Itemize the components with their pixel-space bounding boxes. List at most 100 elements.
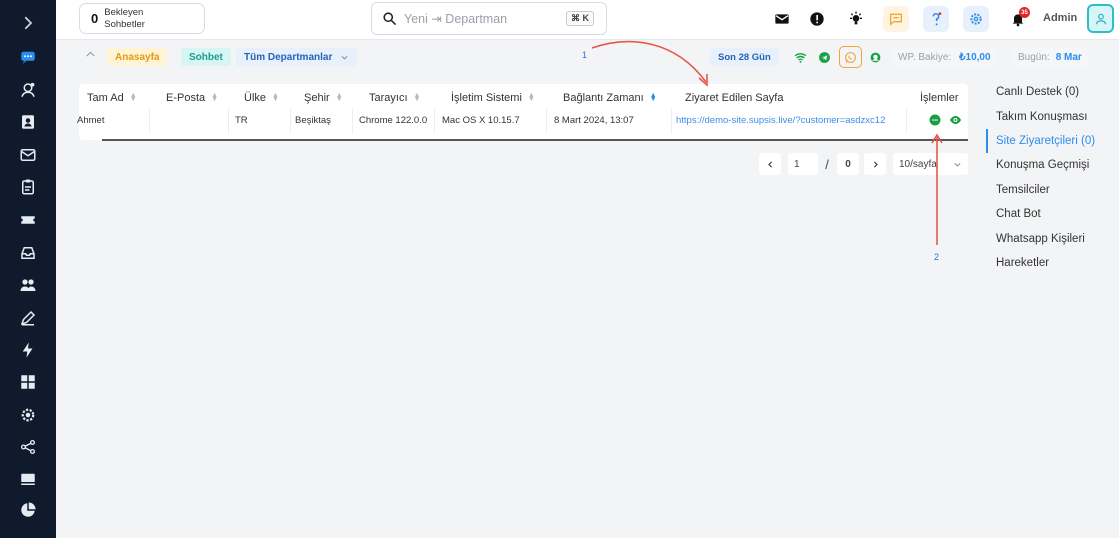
cell-name: Ahmet [77,115,105,126]
sidebar-item-inbox[interactable] [0,240,56,266]
share-icon [20,439,36,455]
mail-button[interactable] [769,6,795,32]
collapse-button[interactable] [80,45,100,63]
chat-feedback-icon [890,13,902,26]
waiting-label: Bekleyen Sohbetler [104,6,145,30]
sort-icon-active[interactable]: ▲ ▼ [650,92,657,103]
chat-icon [929,114,941,126]
alert-button[interactable] [804,6,830,32]
column-header-browser[interactable]: Tarayıcı ▲ ▼ [369,92,420,104]
sort-icon[interactable]: ▲ ▼ [272,92,279,103]
top-bar: 0 Bekleyen Sohbetler Yeni ⇥ Departman ⌘ … [56,0,1119,40]
sidebar-item-mail[interactable] [0,142,56,168]
column-header-email[interactable]: E-Posta ▲ ▼ [166,92,218,104]
department-select[interactable]: Tüm Departmanlar [236,48,358,66]
rightnav-item-chat-history[interactable]: Konuşma Geçmişi [986,153,1119,177]
breadcrumb-chat[interactable]: Sohbet [181,48,231,66]
sidebar-item-visitors[interactable] [0,77,56,103]
sidebar-item-tickets[interactable] [0,207,56,233]
settings-icon [21,408,35,422]
connection-status[interactable] [790,48,810,66]
sidebar-item-teams[interactable] [0,272,56,298]
telegram-channel[interactable] [814,48,834,66]
search-box[interactable]: Yeni ⇥ Departman ⌘ K [371,2,607,35]
user-name[interactable]: Admin [1043,12,1077,24]
waiting-chats-box[interactable]: 0 Bekleyen Sohbetler [79,3,205,34]
column-header-os[interactable]: İşletim Sistemi ▲ ▼ [451,92,535,104]
sidebar-item-apps[interactable] [0,369,56,395]
theme-button[interactable] [843,6,869,32]
sort-icon[interactable]: ▲ ▼ [528,92,535,103]
department-select-value: Tüm Departmanlar [244,51,333,63]
table-scrollbar[interactable] [102,139,968,141]
avatar[interactable] [1087,4,1114,33]
help-button[interactable] [923,6,949,32]
cell-visited-page-link[interactable]: https://demo-site.supsis.live/?customer=… [676,115,904,126]
right-nav: Canlı Destek (0) Takım Konuşması Site Zi… [986,80,1119,275]
support-agent-status[interactable] [865,48,885,66]
start-chat-button[interactable] [929,113,941,126]
view-visitor-button[interactable] [949,113,962,125]
prev-page-button[interactable] [759,153,781,175]
date-range-chip[interactable]: Son 28 Gün [710,48,779,66]
chevron-down-icon [954,162,961,167]
wifi-icon [794,52,806,63]
sidebar-item-tasks[interactable] [0,174,56,200]
user-avatar-icon [1095,13,1106,24]
today-date: Bugün: 8 Mar [1012,48,1088,66]
column-header-name[interactable]: Tam Ad ▲ ▼ [87,92,137,104]
annotation-label-1: 1 [582,50,588,60]
chat-bubbles-icon [21,51,35,64]
visitors-table: Tam Ad ▲ ▼ E-Posta ▲ ▼ Ülke ▲ ▼ Şehir ▲ ▼ Tarayı… [77,84,968,141]
page-size-select[interactable]: 10/sayfa [893,153,968,175]
column-header-city[interactable]: Şehir ▲ ▼ [304,92,343,104]
ticket-icon [21,216,35,224]
page-size-value: 10/sayfa [899,158,937,170]
sidebar-item-forms[interactable] [0,305,56,331]
sidebar-item-contacts[interactable] [0,109,56,135]
chevron-down-icon [341,55,348,60]
rightnav-item-live-support[interactable]: Canlı Destek (0) [986,80,1119,104]
sort-icon[interactable]: ▲ ▼ [130,92,137,103]
sidebar-item-chats[interactable] [0,44,56,70]
whatsapp-icon [845,51,856,63]
rightnav-item-site-visitors[interactable]: Site Ziyaretçileri (0) [986,128,1119,154]
sort-icon[interactable]: ▲ ▼ [414,92,421,103]
expand-sidebar-button[interactable] [0,10,56,36]
rightnav-item-agents[interactable]: Temsilciler [986,178,1119,202]
sidebar-item-widget[interactable] [0,466,56,492]
sidebar-item-integrations[interactable] [0,434,56,460]
notifications-button[interactable]: 35 [1005,6,1031,32]
help-icon [932,12,942,26]
cell-browser: Chrome 122.0.0 [359,115,428,126]
annotation-label-2: 2 [934,252,940,262]
next-page-button[interactable] [864,153,886,175]
feedback-button[interactable] [883,6,909,32]
rightnav-item-whatsapp-contacts[interactable]: Whatsapp Kişileri [986,226,1119,250]
whatsapp-channel[interactable] [839,46,862,68]
sidebar-item-settings[interactable] [0,402,56,428]
grid-icon [21,375,35,389]
sort-icon[interactable]: ▲ ▼ [211,92,218,103]
column-header-connection-time[interactable]: Bağlantı Zamanı ▲ ▼ [563,92,657,104]
sidebar-item-automation[interactable] [0,337,56,363]
page-number-input[interactable]: 1 [788,153,818,175]
sort-icon[interactable]: ▲ ▼ [336,92,343,103]
eye-icon [950,116,961,124]
rightnav-item-activities[interactable]: Hareketler [986,251,1119,275]
users-icon [20,279,36,291]
settings-button[interactable] [963,6,989,32]
sidebar-item-reports[interactable] [0,497,56,523]
contact-card-icon [22,115,34,129]
waiting-count: 0 [91,11,99,26]
rightnav-item-team-chat[interactable]: Takım Konuşması [986,104,1119,128]
search-icon [383,12,396,25]
wp-balance-value: ₺10,00 [959,51,991,63]
clipboard-icon [22,179,34,195]
rightnav-item-chatbot[interactable]: Chat Bot [986,202,1119,226]
breadcrumb-home[interactable]: Anasayfa [107,48,168,66]
chevron-up-icon [85,50,95,57]
column-header-country[interactable]: Ülke ▲ ▼ [244,92,279,104]
chevron-right-icon [24,16,33,30]
total-pages: 0 [837,153,859,175]
